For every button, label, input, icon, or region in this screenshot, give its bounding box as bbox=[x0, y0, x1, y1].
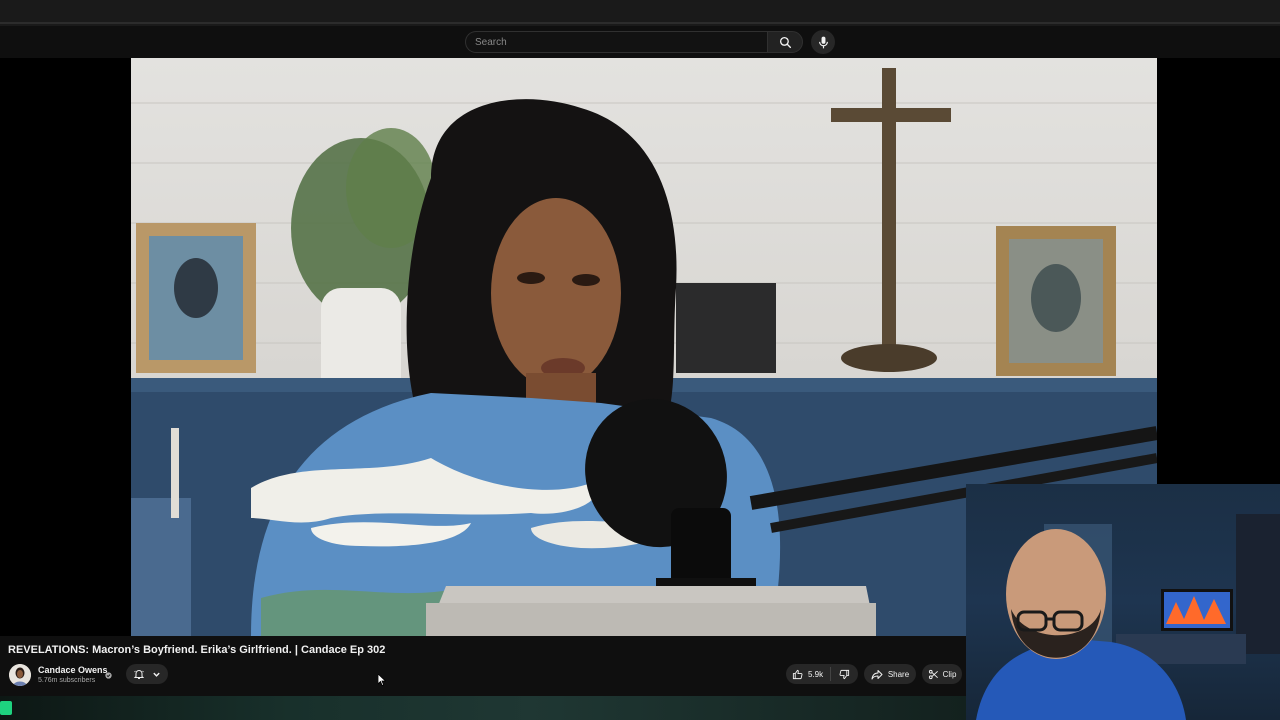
webcam-overlay bbox=[966, 484, 1280, 720]
channel-avatar[interactable] bbox=[9, 664, 31, 686]
notification-button[interactable] bbox=[126, 664, 168, 684]
youtube-header bbox=[0, 26, 1280, 58]
app-icon[interactable] bbox=[0, 701, 12, 715]
search-input[interactable] bbox=[466, 32, 767, 53]
avatar-image bbox=[9, 664, 31, 686]
video-info: REVELATIONS: Macron’s Boyfriend. Erika’s… bbox=[0, 636, 966, 696]
browser-top-strip bbox=[0, 0, 1280, 27]
like-dislike-group: 5.9k bbox=[786, 664, 858, 684]
bell-icon bbox=[133, 670, 145, 679]
clip-label: Clip bbox=[942, 669, 957, 679]
clip-button[interactable]: Clip bbox=[922, 664, 962, 684]
webcam-scene bbox=[976, 514, 1280, 720]
like-button[interactable]: 5.9k bbox=[786, 667, 832, 681]
share-icon bbox=[871, 669, 883, 679]
share-button[interactable]: Share bbox=[864, 664, 916, 684]
subscriber-count: 5.76m subscribers bbox=[38, 677, 96, 684]
dislike-button[interactable] bbox=[831, 669, 858, 680]
like-count: 5.9k bbox=[808, 669, 824, 679]
verified-icon bbox=[105, 666, 112, 684]
video-title: REVELATIONS: Macron’s Boyfriend. Erika’s… bbox=[8, 644, 386, 656]
share-label: Share bbox=[887, 669, 910, 679]
search-box[interactable] bbox=[465, 31, 767, 53]
search-icon bbox=[779, 36, 791, 48]
thumbs-down-icon bbox=[839, 669, 850, 679]
chevron-down-icon bbox=[153, 672, 160, 677]
browser-divider bbox=[0, 22, 1280, 24]
screen: REVELATIONS: Macron’s Boyfriend. Erika’s… bbox=[0, 0, 1280, 720]
microphone-icon bbox=[818, 36, 828, 48]
bottom-preview-strip bbox=[0, 696, 966, 720]
channel-name[interactable]: Candace Owens bbox=[38, 665, 108, 675]
mouse-cursor-icon bbox=[378, 674, 386, 686]
voice-search-button[interactable] bbox=[811, 30, 835, 54]
thumbs-up-icon bbox=[792, 669, 803, 679]
scissors-icon bbox=[928, 669, 938, 679]
search-button[interactable] bbox=[767, 31, 803, 53]
